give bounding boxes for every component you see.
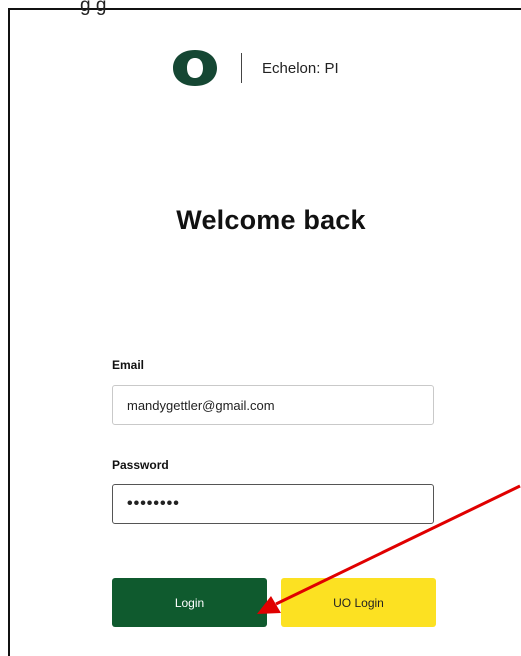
brand-header: Echelon: PI	[170, 48, 339, 88]
cropped-top-text: g g	[80, 0, 107, 16]
uo-login-button[interactable]: UO Login	[281, 578, 436, 627]
email-field[interactable]	[112, 385, 434, 425]
login-button[interactable]: Login	[112, 578, 267, 627]
oregon-o-logo-icon	[170, 48, 220, 88]
brand-divider	[241, 53, 242, 83]
screenshot-frame: g g	[8, 0, 521, 656]
password-field[interactable]	[112, 484, 434, 524]
page-title: Welcome back	[176, 205, 366, 235]
login-page: g g Echelon: PI Welcome back Email Passw…	[0, 0, 521, 656]
password-label: Password	[112, 458, 169, 472]
email-label: Email	[112, 358, 145, 372]
app-name: Echelon: PI	[262, 59, 339, 77]
